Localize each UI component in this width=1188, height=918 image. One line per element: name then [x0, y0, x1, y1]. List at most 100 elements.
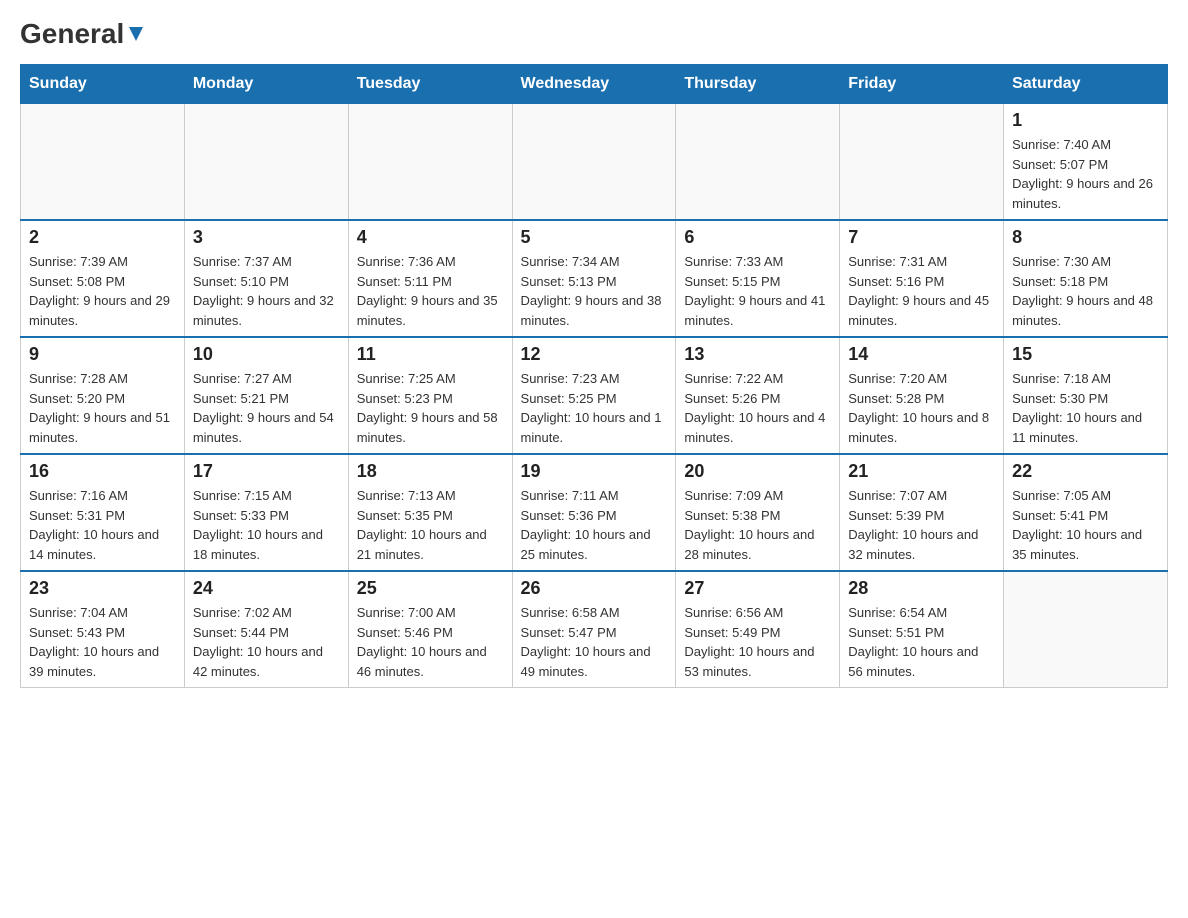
day-info: Sunrise: 7:40 AM Sunset: 5:07 PM Dayligh…	[1012, 135, 1159, 213]
calendar-cell: 3 Sunrise: 7:37 AM Sunset: 5:10 PM Daylig…	[184, 220, 348, 337]
day-info: Sunrise: 7:28 AM Sunset: 5:20 PM Dayligh…	[29, 369, 176, 447]
day-info: Sunrise: 7:33 AM Sunset: 5:15 PM Dayligh…	[684, 252, 831, 330]
day-number: 22	[1012, 461, 1159, 482]
calendar-cell: 11 Sunrise: 7:25 AM Sunset: 5:23 PM Dayli…	[348, 337, 512, 454]
day-number: 14	[848, 344, 995, 365]
calendar-cell: 22 Sunrise: 7:05 AM Sunset: 5:41 PM Dayli…	[1004, 454, 1168, 571]
weekday-header-wednesday: Wednesday	[512, 65, 676, 104]
calendar-cell: 17 Sunrise: 7:15 AM Sunset: 5:33 PM Dayli…	[184, 454, 348, 571]
day-number: 15	[1012, 344, 1159, 365]
calendar-cell: 6 Sunrise: 7:33 AM Sunset: 5:15 PM Daylig…	[676, 220, 840, 337]
calendar-week-row: 1 Sunrise: 7:40 AM Sunset: 5:07 PM Daylig…	[21, 104, 1168, 221]
day-info: Sunrise: 6:56 AM Sunset: 5:49 PM Dayligh…	[684, 603, 831, 681]
logo-arrow-icon	[125, 23, 147, 45]
day-number: 18	[357, 461, 504, 482]
day-number: 26	[521, 578, 668, 599]
page-header: General	[20, 20, 1168, 48]
calendar-cell	[184, 104, 348, 221]
weekday-header-monday: Monday	[184, 65, 348, 104]
day-info: Sunrise: 7:30 AM Sunset: 5:18 PM Dayligh…	[1012, 252, 1159, 330]
calendar-cell: 10Sunrise: 7:27 AM Sunset: 5:21 PM Dayli…	[184, 337, 348, 454]
day-number: 25	[357, 578, 504, 599]
calendar-week-row: 9 Sunrise: 7:28 AM Sunset: 5:20 PM Daylig…	[21, 337, 1168, 454]
day-info: Sunrise: 7:34 AM Sunset: 5:13 PM Dayligh…	[521, 252, 668, 330]
day-info: Sunrise: 7:09 AM Sunset: 5:38 PM Dayligh…	[684, 486, 831, 564]
weekday-header-friday: Friday	[840, 65, 1004, 104]
weekday-header-sunday: Sunday	[21, 65, 185, 104]
calendar-cell: 1 Sunrise: 7:40 AM Sunset: 5:07 PM Daylig…	[1004, 104, 1168, 221]
day-info: Sunrise: 7:02 AM Sunset: 5:44 PM Dayligh…	[193, 603, 340, 681]
day-number: 28	[848, 578, 995, 599]
calendar-cell: 21 Sunrise: 7:07 AM Sunset: 5:39 PM Dayli…	[840, 454, 1004, 571]
calendar-cell	[676, 104, 840, 221]
day-number: 20	[684, 461, 831, 482]
calendar-cell: 28Sunrise: 6:54 AM Sunset: 5:51 PM Dayli…	[840, 571, 1004, 688]
calendar-cell: 8 Sunrise: 7:30 AM Sunset: 5:18 PM Daylig…	[1004, 220, 1168, 337]
day-number: 19	[521, 461, 668, 482]
calendar-header-row: SundayMondayTuesdayWednesdayThursdayFrid…	[21, 65, 1168, 104]
calendar-cell: 16 Sunrise: 7:16 AM Sunset: 5:31 PM Dayli…	[21, 454, 185, 571]
calendar-cell: 7 Sunrise: 7:31 AM Sunset: 5:16 PM Daylig…	[840, 220, 1004, 337]
day-number: 13	[684, 344, 831, 365]
day-number: 27	[684, 578, 831, 599]
day-info: Sunrise: 7:13 AM Sunset: 5:35 PM Dayligh…	[357, 486, 504, 564]
day-number: 2	[29, 227, 176, 248]
logo-general-text: General	[20, 20, 124, 48]
day-number: 17	[193, 461, 340, 482]
day-number: 23	[29, 578, 176, 599]
calendar-cell: 12 Sunrise: 7:23 AM Sunset: 5:25 PM Dayli…	[512, 337, 676, 454]
calendar-cell: 13 Sunrise: 7:22 AM Sunset: 5:26 PM Dayli…	[676, 337, 840, 454]
day-number: 21	[848, 461, 995, 482]
day-number: 1	[1012, 110, 1159, 131]
day-number: 6	[684, 227, 831, 248]
day-number: 3	[193, 227, 340, 248]
day-info: Sunrise: 6:58 AM Sunset: 5:47 PM Dayligh…	[521, 603, 668, 681]
calendar-cell: 4 Sunrise: 7:36 AM Sunset: 5:11 PM Daylig…	[348, 220, 512, 337]
day-info: Sunrise: 7:16 AM Sunset: 5:31 PM Dayligh…	[29, 486, 176, 564]
day-number: 8	[1012, 227, 1159, 248]
weekday-header-thursday: Thursday	[676, 65, 840, 104]
calendar-cell	[840, 104, 1004, 221]
logo: General	[20, 20, 147, 48]
day-number: 11	[357, 344, 504, 365]
day-number: 5	[521, 227, 668, 248]
day-info: Sunrise: 7:37 AM Sunset: 5:10 PM Dayligh…	[193, 252, 340, 330]
day-number: 12	[521, 344, 668, 365]
calendar-cell: 5 Sunrise: 7:34 AM Sunset: 5:13 PM Daylig…	[512, 220, 676, 337]
day-info: Sunrise: 7:27 AM Sunset: 5:21 PM Dayligh…	[193, 369, 340, 447]
calendar-cell	[348, 104, 512, 221]
calendar-table: SundayMondayTuesdayWednesdayThursdayFrid…	[20, 64, 1168, 688]
weekday-header-saturday: Saturday	[1004, 65, 1168, 104]
calendar-cell: 15 Sunrise: 7:18 AM Sunset: 5:30 PM Dayli…	[1004, 337, 1168, 454]
calendar-cell	[21, 104, 185, 221]
day-number: 9	[29, 344, 176, 365]
calendar-cell: 23 Sunrise: 7:04 AM Sunset: 5:43 PM Dayli…	[21, 571, 185, 688]
day-info: Sunrise: 7:22 AM Sunset: 5:26 PM Dayligh…	[684, 369, 831, 447]
calendar-cell: 24Sunrise: 7:02 AM Sunset: 5:44 PM Dayli…	[184, 571, 348, 688]
day-info: Sunrise: 7:39 AM Sunset: 5:08 PM Dayligh…	[29, 252, 176, 330]
calendar-cell: 25Sunrise: 7:00 AM Sunset: 5:46 PM Dayli…	[348, 571, 512, 688]
calendar-week-row: 23 Sunrise: 7:04 AM Sunset: 5:43 PM Dayli…	[21, 571, 1168, 688]
day-info: Sunrise: 7:18 AM Sunset: 5:30 PM Dayligh…	[1012, 369, 1159, 447]
calendar-cell: 20 Sunrise: 7:09 AM Sunset: 5:38 PM Dayli…	[676, 454, 840, 571]
weekday-header-tuesday: Tuesday	[348, 65, 512, 104]
calendar-cell: 26 Sunrise: 6:58 AM Sunset: 5:47 PM Dayli…	[512, 571, 676, 688]
calendar-cell: 27 Sunrise: 6:56 AM Sunset: 5:49 PM Dayli…	[676, 571, 840, 688]
day-number: 7	[848, 227, 995, 248]
day-info: Sunrise: 7:15 AM Sunset: 5:33 PM Dayligh…	[193, 486, 340, 564]
day-info: Sunrise: 7:04 AM Sunset: 5:43 PM Dayligh…	[29, 603, 176, 681]
day-info: Sunrise: 7:05 AM Sunset: 5:41 PM Dayligh…	[1012, 486, 1159, 564]
day-number: 4	[357, 227, 504, 248]
day-info: Sunrise: 7:36 AM Sunset: 5:11 PM Dayligh…	[357, 252, 504, 330]
calendar-cell: 19 Sunrise: 7:11 AM Sunset: 5:36 PM Dayli…	[512, 454, 676, 571]
day-info: Sunrise: 7:11 AM Sunset: 5:36 PM Dayligh…	[521, 486, 668, 564]
calendar-cell: 9 Sunrise: 7:28 AM Sunset: 5:20 PM Daylig…	[21, 337, 185, 454]
calendar-cell: 2 Sunrise: 7:39 AM Sunset: 5:08 PM Daylig…	[21, 220, 185, 337]
day-number: 16	[29, 461, 176, 482]
day-info: Sunrise: 7:23 AM Sunset: 5:25 PM Dayligh…	[521, 369, 668, 447]
calendar-cell: 18 Sunrise: 7:13 AM Sunset: 5:35 PM Dayli…	[348, 454, 512, 571]
day-info: Sunrise: 7:31 AM Sunset: 5:16 PM Dayligh…	[848, 252, 995, 330]
day-info: Sunrise: 7:25 AM Sunset: 5:23 PM Dayligh…	[357, 369, 504, 447]
day-info: Sunrise: 7:07 AM Sunset: 5:39 PM Dayligh…	[848, 486, 995, 564]
calendar-week-row: 2 Sunrise: 7:39 AM Sunset: 5:08 PM Daylig…	[21, 220, 1168, 337]
